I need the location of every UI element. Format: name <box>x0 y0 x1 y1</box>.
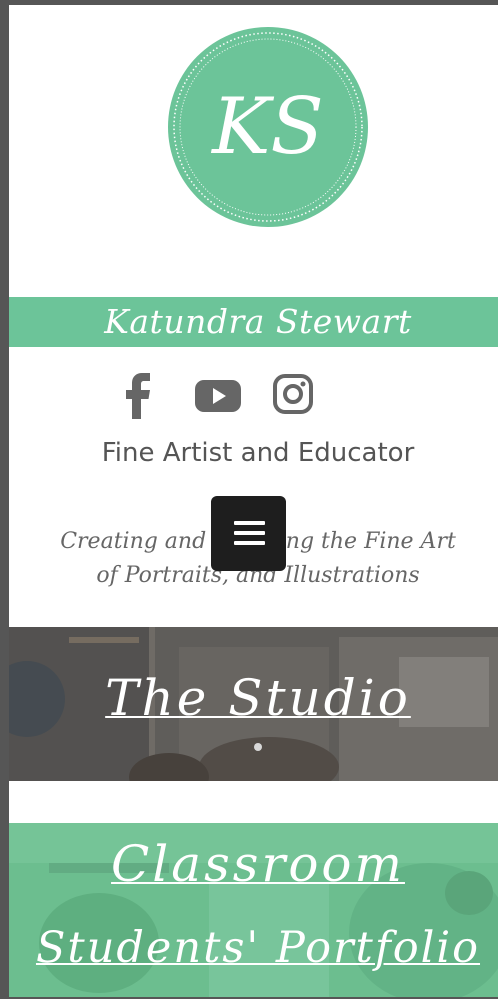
studio-banner[interactable]: The Studio <box>9 627 498 781</box>
instagram-icon[interactable] <box>273 374 313 419</box>
classroom-link[interactable]: Classroom <box>9 835 498 893</box>
site-name-banner: Katundra Stewart <box>9 297 498 347</box>
social-bar <box>9 373 498 421</box>
facebook-icon[interactable] <box>122 373 152 424</box>
menu-button[interactable] <box>211 496 286 571</box>
tagline: Fine Artist and Educator <box>101 438 415 468</box>
students-portfolio-link[interactable]: Students' Portfolio <box>9 923 498 973</box>
carousel-dot[interactable] <box>254 743 262 751</box>
logo-monogram: KS <box>210 82 324 172</box>
classroom-banner[interactable]: Classroom Students' Portfolio <box>9 823 498 997</box>
page-frame: KS Katundra Stewart Fine Artist and Educ… <box>0 0 498 999</box>
youtube-icon[interactable] <box>195 378 241 419</box>
ks-logo-icon[interactable]: KS <box>164 23 372 231</box>
studio-link[interactable]: The Studio <box>9 669 498 727</box>
